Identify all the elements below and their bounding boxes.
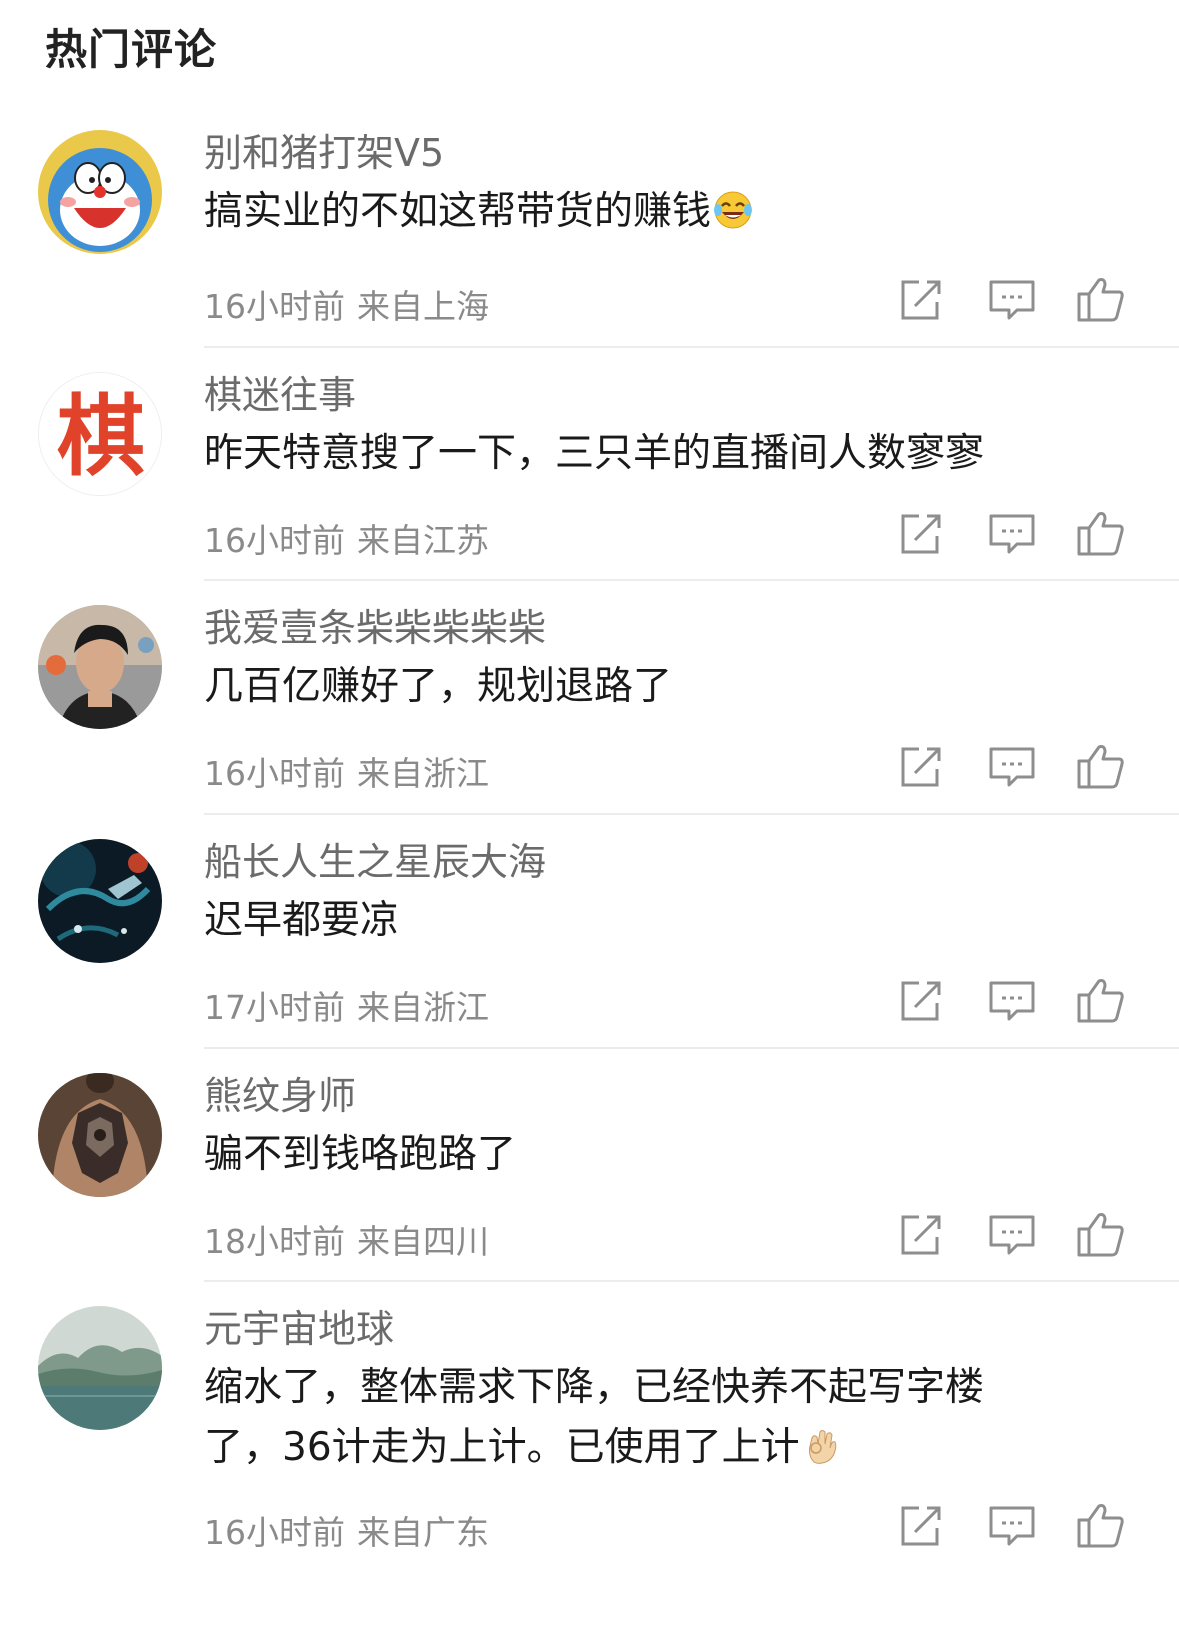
comment-actions	[895, 274, 1145, 324]
avatar[interactable]: 棋	[38, 372, 162, 496]
avatar[interactable]	[38, 839, 162, 963]
thumbs-up-icon	[1077, 278, 1124, 322]
location: 来自四川	[357, 1222, 489, 1261]
timestamp: 16小时前	[204, 754, 345, 793]
comment-text: 缩水了，整体需求下降，已经快养不起写字楼了，36计走为上计。已使用了上计	[204, 1365, 985, 1470]
thumbs-up-icon	[1077, 745, 1124, 789]
username[interactable]: 我爱壹条柴柴柴柴柴	[204, 597, 546, 652]
location: 来自广东	[357, 1513, 489, 1552]
comment-icon	[989, 747, 1035, 787]
tattoo-avatar-icon	[38, 1073, 162, 1197]
comment-icon	[989, 280, 1035, 320]
comment-item: 别和猪打架V5 搞实业的不如这帮带货的赚钱 16小时前 来自上海	[0, 122, 1179, 362]
comment-item: 棋 棋迷往事 昨天特意搜了一下，三只羊的直播间人数寥寥 16小时前 来自江苏	[0, 364, 1179, 594]
reply-button[interactable]	[987, 975, 1037, 1025]
like-button[interactable]	[1075, 274, 1125, 324]
divider	[204, 346, 1179, 348]
divider	[204, 1280, 1179, 1282]
location: 来自浙江	[357, 988, 489, 1027]
svg-text:棋: 棋	[57, 384, 145, 488]
share-button[interactable]	[895, 508, 945, 558]
comment-text: 搞实业的不如这帮带货的赚钱	[204, 182, 1084, 242]
thumbs-up-icon	[1077, 1504, 1124, 1548]
avatar[interactable]	[38, 1306, 162, 1430]
avatar[interactable]	[38, 1073, 162, 1197]
share-button[interactable]	[895, 741, 945, 791]
share-icon	[901, 514, 941, 554]
like-button[interactable]	[1075, 1500, 1125, 1550]
laughing-tears-emoji-icon	[713, 190, 753, 230]
comment-meta: 18小时前 来自四川	[204, 1215, 489, 1263]
like-button[interactable]	[1075, 975, 1125, 1025]
timestamp: 16小时前	[204, 287, 345, 326]
avatar[interactable]	[38, 130, 162, 254]
qi-calligraphy-avatar-icon: 棋	[39, 373, 161, 495]
username[interactable]: 元宇宙地球	[204, 1298, 394, 1353]
comment-text: 迟早都要凉	[204, 898, 400, 943]
underwater-avatar-icon	[38, 839, 162, 963]
comment-item: 熊纹身师 骗不到钱咯跑路了 18小时前 来自四川	[0, 1065, 1179, 1295]
comment-icon	[989, 1506, 1035, 1546]
divider	[204, 813, 1179, 815]
location: 来自上海	[357, 287, 489, 326]
comment-text: 几百亿赚好了，规划退路了	[204, 664, 673, 709]
comment-icon	[989, 514, 1035, 554]
comment-item: 船长人生之星辰大海 迟早都要凉 17小时前 来自浙江	[0, 831, 1179, 1061]
comment-actions	[895, 508, 1145, 558]
comment-meta: 16小时前 来自广东	[204, 1506, 489, 1554]
username[interactable]: 棋迷往事	[204, 364, 356, 419]
thumbs-up-icon	[1077, 979, 1124, 1023]
comment-meta: 16小时前 来自浙江	[204, 747, 489, 795]
share-button[interactable]	[895, 1209, 945, 1259]
reply-button[interactable]	[987, 741, 1037, 791]
share-icon	[901, 1215, 941, 1255]
comment-actions	[895, 741, 1145, 791]
doraemon-avatar-icon	[38, 130, 162, 254]
reply-button[interactable]	[987, 274, 1037, 324]
share-button[interactable]	[895, 274, 945, 324]
timestamp: 16小时前	[204, 521, 345, 560]
like-button[interactable]	[1075, 1209, 1125, 1259]
thumbs-up-icon	[1077, 1213, 1124, 1257]
comment-actions	[895, 975, 1145, 1025]
comment-item: 元宇宙地球 缩水了，整体需求下降，已经快养不起写字楼了，36计走为上计。已使用了…	[0, 1298, 1179, 1648]
comment-icon	[989, 1215, 1035, 1255]
comment-actions	[895, 1500, 1145, 1550]
username[interactable]: 熊纹身师	[204, 1065, 356, 1120]
portrait-avatar-icon	[38, 605, 162, 729]
share-icon	[901, 280, 941, 320]
timestamp: 16小时前	[204, 1513, 345, 1552]
location: 来自浙江	[357, 754, 489, 793]
comment-text: 昨天特意搜了一下，三只羊的直播间人数寥寥	[204, 431, 985, 476]
reply-button[interactable]	[987, 1500, 1037, 1550]
timestamp: 18小时前	[204, 1222, 345, 1261]
like-button[interactable]	[1075, 508, 1125, 558]
comment-actions	[895, 1209, 1145, 1259]
hot-comments-title: 热门评论	[45, 25, 218, 74]
share-button[interactable]	[895, 1500, 945, 1550]
location: 来自江苏	[357, 521, 489, 560]
divider	[204, 579, 1179, 581]
share-icon	[901, 981, 941, 1021]
divider	[204, 1047, 1179, 1049]
avatar[interactable]	[38, 605, 162, 729]
share-icon	[901, 747, 941, 787]
comment-text: 骗不到钱咯跑路了	[204, 1132, 517, 1177]
landscape-lake-avatar-icon	[38, 1306, 162, 1430]
username[interactable]: 船长人生之星辰大海	[204, 831, 546, 886]
comment-item: 我爱壹条柴柴柴柴柴 几百亿赚好了，规划退路了 16小时前 来自浙江	[0, 597, 1179, 827]
comment-icon	[989, 981, 1035, 1021]
comment-meta: 16小时前 来自上海	[204, 280, 489, 328]
share-button[interactable]	[895, 975, 945, 1025]
share-icon	[901, 1506, 941, 1546]
reply-button[interactable]	[987, 1209, 1037, 1259]
timestamp: 17小时前	[204, 988, 345, 1027]
comment-meta: 16小时前 来自江苏	[204, 514, 489, 562]
ok-hand-emoji-icon	[802, 1426, 842, 1466]
comment-meta: 17小时前 来自浙江	[204, 981, 489, 1029]
thumbs-up-icon	[1077, 512, 1124, 556]
like-button[interactable]	[1075, 741, 1125, 791]
username[interactable]: 别和猪打架V5	[204, 122, 444, 177]
reply-button[interactable]	[987, 508, 1037, 558]
